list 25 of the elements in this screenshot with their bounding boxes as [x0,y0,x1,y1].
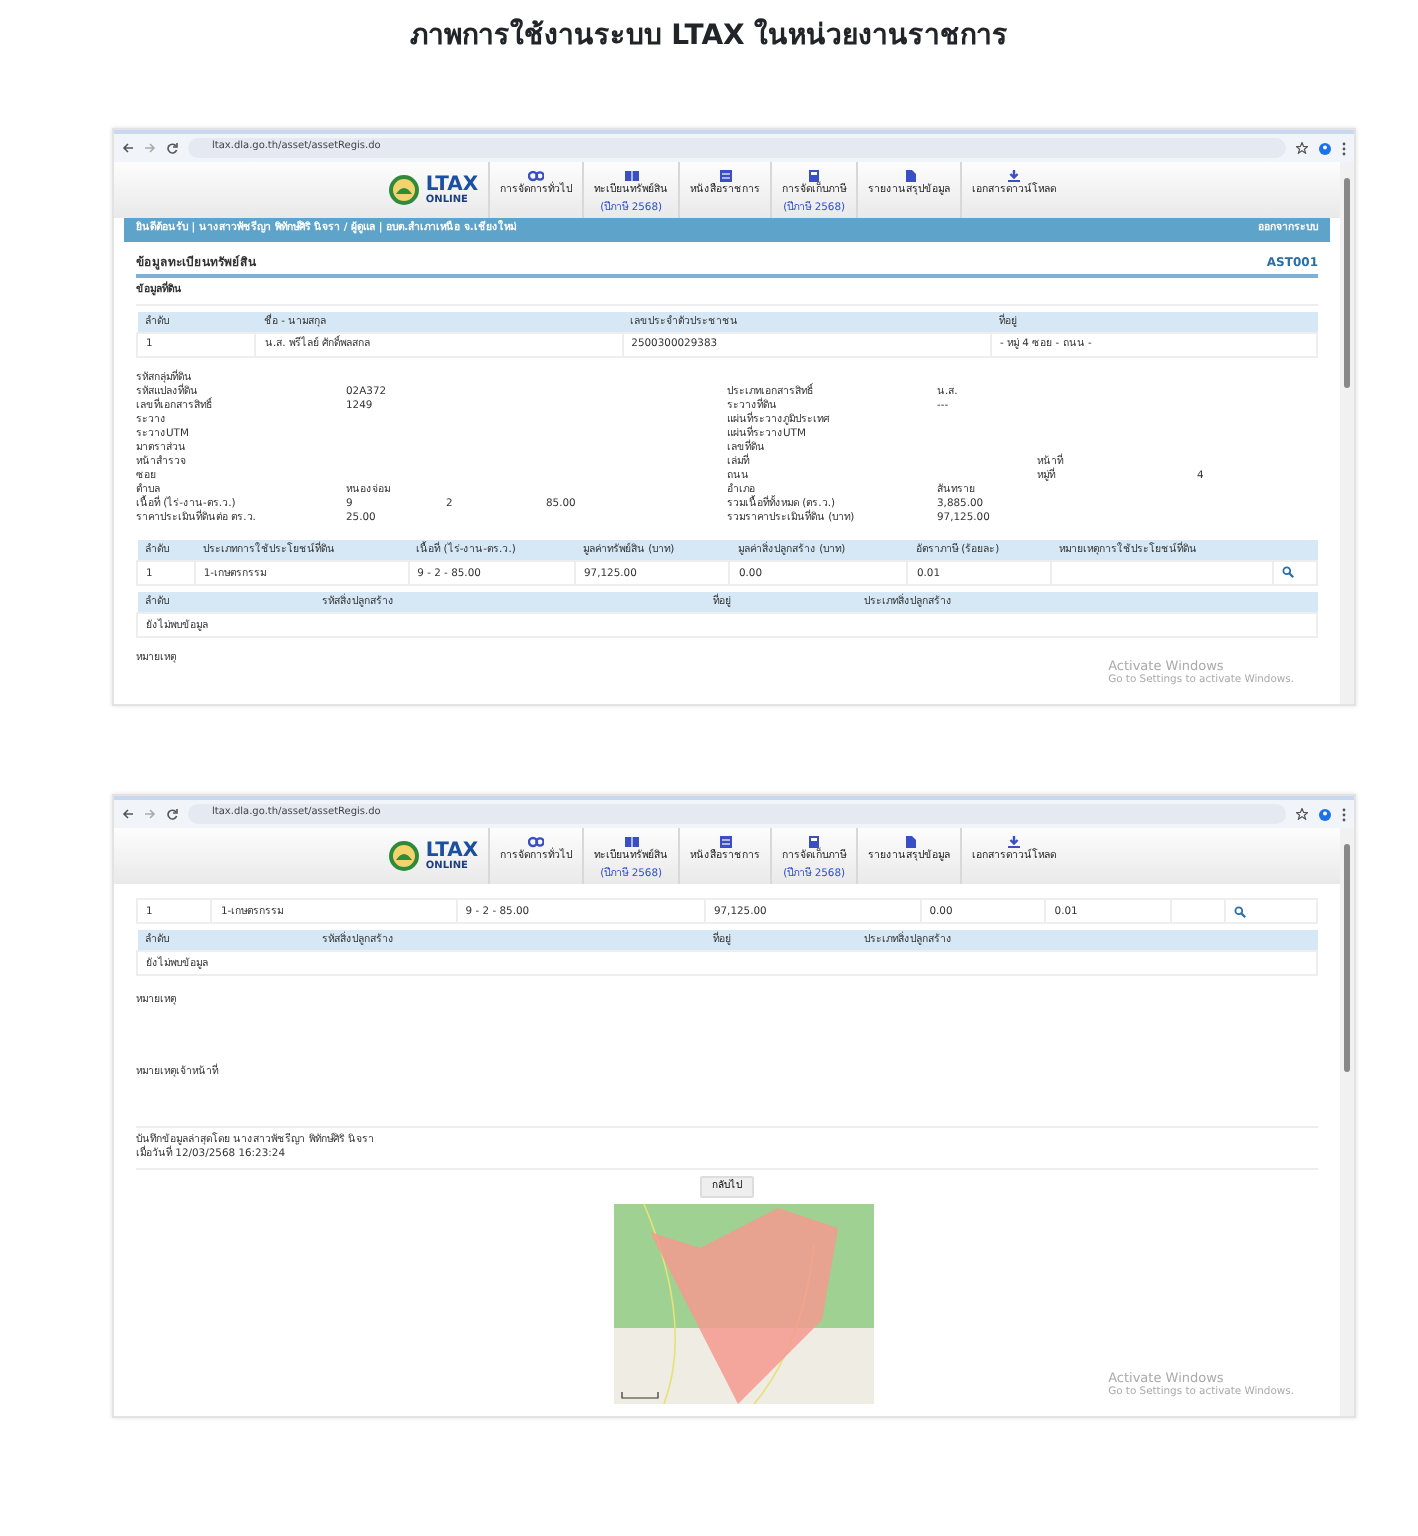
page-title: ภาพการใช้งานระบบ LTAX ในหน่วยงานราชการ [407,16,1011,56]
logo-text: LTAX [425,841,479,862]
download-icon [1006,170,1023,182]
search-icon[interactable] [1282,566,1295,579]
star-icon[interactable] [1296,808,1308,821]
profile-icon[interactable] [1318,807,1332,822]
scrollbar[interactable] [1340,162,1354,705]
list-icon [717,170,734,182]
star-icon[interactable] [1296,142,1308,154]
emblem-icon [387,174,420,206]
document-icon [901,836,918,849]
list-icon [717,836,734,849]
back-arrow-icon[interactable] [122,808,134,821]
emblem-icon [387,840,420,873]
profile-icon[interactable] [1318,141,1332,155]
reload-icon[interactable] [166,142,178,154]
reload-icon[interactable] [166,808,178,821]
download-icon [1006,836,1023,849]
scrollbar[interactable] [1340,828,1354,1417]
book-icon [623,170,640,182]
document-icon [901,170,918,182]
logo-text: LTAX [425,175,479,195]
book-icon [623,836,640,849]
search-icon[interactable] [1234,905,1247,918]
back-arrow-icon[interactable] [122,142,134,154]
